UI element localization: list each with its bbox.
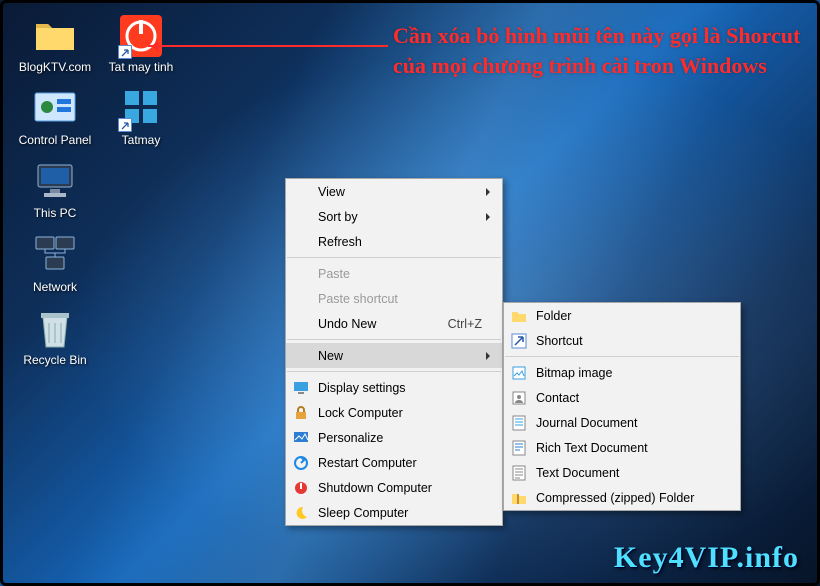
menu-label: Shortcut: [536, 334, 583, 348]
menu-item-lock-computer[interactable]: Lock Computer: [286, 400, 502, 425]
submenu-item-journal[interactable]: Journal Document: [504, 410, 740, 435]
menu-label: Sleep Computer: [318, 506, 408, 520]
icon-label: Tatmay: [122, 134, 161, 147]
desktop-icon-network[interactable]: Network: [15, 233, 95, 294]
submenu-item-contact[interactable]: Contact: [504, 385, 740, 410]
submenu-item-bitmap[interactable]: Bitmap image: [504, 360, 740, 385]
shortcut-arrow-overlay: [118, 118, 132, 132]
shortcut-icon: [511, 333, 527, 349]
menu-item-view[interactable]: View: [286, 179, 502, 204]
menu-label: New: [318, 349, 343, 363]
menu-label: Contact: [536, 391, 579, 405]
text-icon: [511, 465, 527, 481]
annotation-text: Cần xóa bỏ hình mũi tên này gọi là Shorc…: [393, 21, 803, 80]
this-pc-icon: [32, 159, 78, 205]
menu-label: Paste shortcut: [318, 292, 398, 306]
menu-label: Restart Computer: [318, 456, 417, 470]
network-icon: [32, 233, 78, 279]
power-icon: [118, 13, 164, 59]
menu-item-paste: Paste: [286, 261, 502, 286]
desktop-icon-tatmaytinh[interactable]: Tat may tinh: [101, 13, 181, 74]
menu-label: Bitmap image: [536, 366, 612, 380]
menu-separator: [287, 257, 501, 258]
rtf-icon: [511, 440, 527, 456]
icon-label: Control Panel: [19, 134, 92, 147]
menu-item-new[interactable]: New: [286, 343, 502, 368]
submenu-item-rtf[interactable]: Rich Text Document: [504, 435, 740, 460]
tile-icon: [118, 86, 164, 132]
desktop-icon-blogktv[interactable]: BlogKTV.com: [15, 13, 95, 74]
menu-item-personalize[interactable]: Personalize: [286, 425, 502, 450]
icon-label: This PC: [34, 207, 77, 220]
bitmap-icon: [511, 365, 527, 381]
shutdown-icon: [293, 480, 309, 496]
icon-label: Network: [33, 281, 77, 294]
menu-label: Sort by: [318, 210, 358, 224]
menu-shortcut: Ctrl+Z: [448, 317, 482, 331]
menu-separator: [287, 371, 501, 372]
menu-item-display-settings[interactable]: Display settings: [286, 375, 502, 400]
menu-item-undo-new[interactable]: Undo New Ctrl+Z: [286, 311, 502, 336]
menu-label: Lock Computer: [318, 406, 403, 420]
lock-icon: [293, 405, 309, 421]
menu-label: Display settings: [318, 381, 406, 395]
submenu-item-text[interactable]: Text Document: [504, 460, 740, 485]
icon-label: Recycle Bin: [23, 354, 86, 367]
contact-icon: [511, 390, 527, 406]
restart-icon: [293, 455, 309, 471]
menu-label: Journal Document: [536, 416, 637, 430]
sleep-icon: [293, 505, 309, 521]
folder-icon: [511, 308, 527, 324]
submenu-item-shortcut[interactable]: Shortcut: [504, 328, 740, 353]
desktop-icon-recycle-bin[interactable]: Recycle Bin: [15, 306, 95, 367]
control-panel-icon: [32, 86, 78, 132]
menu-separator: [505, 356, 739, 357]
menu-label: Folder: [536, 309, 571, 323]
personalize-icon: [293, 430, 309, 446]
submenu-item-zip[interactable]: Compressed (zipped) Folder: [504, 485, 740, 510]
desktop-context-menu: View Sort by Refresh Paste Paste shortcu…: [285, 178, 503, 526]
annotation-arrow: [148, 45, 388, 47]
menu-item-refresh[interactable]: Refresh: [286, 229, 502, 254]
submenu-item-folder[interactable]: Folder: [504, 303, 740, 328]
display-icon: [293, 380, 309, 396]
menu-item-sleep[interactable]: Sleep Computer: [286, 500, 502, 525]
zip-icon: [511, 490, 527, 506]
menu-label: View: [318, 185, 345, 199]
menu-label: Rich Text Document: [536, 441, 648, 455]
desktop-icon-control-panel[interactable]: Control Panel: [15, 86, 95, 147]
menu-label: Paste: [318, 267, 350, 281]
menu-label: Shutdown Computer: [318, 481, 432, 495]
recycle-bin-icon: [32, 306, 78, 352]
chevron-right-icon: [486, 188, 494, 196]
folder-icon: [32, 13, 78, 59]
desktop-icons-area: BlogKTV.com Tat may tinh Control Panel T…: [15, 11, 215, 377]
menu-label: Personalize: [318, 431, 383, 445]
menu-item-restart[interactable]: Restart Computer: [286, 450, 502, 475]
desktop-icon-this-pc[interactable]: This PC: [15, 159, 95, 220]
chevron-right-icon: [486, 213, 494, 221]
shortcut-arrow-overlay: [118, 45, 132, 59]
menu-item-sort-by[interactable]: Sort by: [286, 204, 502, 229]
desktop-icon-tatmay[interactable]: Tatmay: [101, 86, 181, 147]
icon-label: BlogKTV.com: [19, 61, 91, 74]
watermark: Key4VIP.info: [614, 541, 799, 575]
menu-label: Text Document: [536, 466, 619, 480]
menu-item-paste-shortcut: Paste shortcut: [286, 286, 502, 311]
menu-item-shutdown[interactable]: Shutdown Computer: [286, 475, 502, 500]
menu-label: Compressed (zipped) Folder: [536, 491, 694, 505]
new-submenu: Folder Shortcut Bitmap image Contact Jou…: [503, 302, 741, 511]
icon-label: Tat may tinh: [109, 61, 174, 74]
menu-separator: [287, 339, 501, 340]
menu-label: Refresh: [318, 235, 362, 249]
journal-icon: [511, 415, 527, 431]
chevron-right-icon: [486, 352, 494, 360]
menu-label: Undo New: [318, 317, 376, 331]
